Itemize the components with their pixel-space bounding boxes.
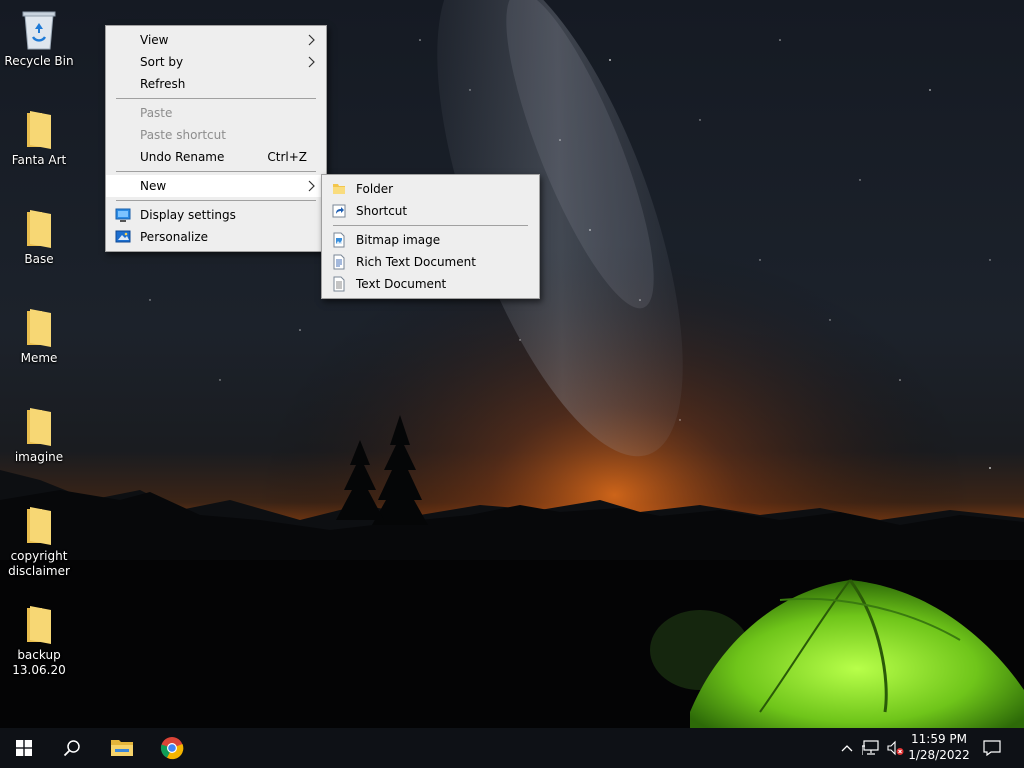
search-button[interactable] bbox=[48, 728, 96, 768]
menu-separator bbox=[333, 225, 528, 226]
folder-icon bbox=[19, 404, 59, 448]
menu-item-label: Undo Rename bbox=[140, 150, 225, 164]
submenu-item-label: Shortcut bbox=[356, 204, 408, 218]
desktop-icon-backup[interactable]: backup 13.06.20 bbox=[4, 602, 74, 678]
menu-item-display-settings[interactable]: Display settings bbox=[106, 204, 326, 226]
search-icon bbox=[63, 740, 80, 757]
menu-item-label: Refresh bbox=[140, 77, 186, 91]
folder-icon bbox=[333, 184, 345, 194]
menu-item-shortcut: Ctrl+Z bbox=[267, 150, 307, 164]
desktop-icon-fanta-art[interactable]: Fanta Art bbox=[4, 107, 74, 168]
desktop-icon-label: copyright disclaimer bbox=[8, 549, 70, 578]
menu-separator bbox=[116, 98, 316, 99]
start-icon bbox=[16, 740, 32, 756]
menu-item-label: Sort by bbox=[140, 55, 184, 69]
network-button[interactable] bbox=[860, 728, 882, 768]
show-hidden-icons-button[interactable] bbox=[838, 728, 856, 768]
desktop-icon-recycle-bin[interactable]: Recycle Bin bbox=[4, 8, 74, 69]
chrome-button[interactable] bbox=[148, 728, 196, 768]
menu-separator bbox=[116, 171, 316, 172]
folder-icon bbox=[19, 503, 59, 547]
desktop-icon-label: Base bbox=[24, 252, 54, 266]
chevron-up-icon bbox=[841, 745, 853, 752]
desktop-icon-base[interactable]: Base bbox=[4, 206, 74, 267]
submenu-item-rich-text-document[interactable]: Rich Text Document bbox=[322, 251, 539, 273]
folder-icon bbox=[19, 602, 59, 646]
menu-item-new[interactable]: New bbox=[106, 175, 326, 197]
desktop-icon-label: Meme bbox=[20, 351, 58, 365]
clock-time: 11:59 PM bbox=[911, 732, 967, 746]
clock[interactable]: 11:59 PM 1/28/2022 bbox=[906, 731, 972, 763]
menu-item-view[interactable]: View bbox=[106, 29, 326, 51]
chevron-right-icon bbox=[308, 34, 315, 46]
display-settings-icon bbox=[115, 208, 131, 222]
folder-icon bbox=[19, 107, 59, 151]
desktop-icon-label: Recycle Bin bbox=[4, 54, 74, 68]
notification-icon bbox=[983, 740, 1001, 756]
desktop-icon-copyright-disclaimer[interactable]: copyright disclaimer bbox=[4, 503, 74, 579]
shortcut-icon bbox=[332, 204, 346, 218]
chevron-right-icon bbox=[308, 180, 315, 192]
text-document-icon bbox=[333, 276, 345, 292]
menu-item-sort-by[interactable]: Sort by bbox=[106, 51, 326, 73]
menu-item-undo-rename[interactable]: Undo Rename Ctrl+Z bbox=[106, 146, 326, 168]
chrome-icon bbox=[160, 737, 184, 760]
menu-item-label: View bbox=[140, 33, 169, 47]
menu-separator bbox=[116, 200, 316, 201]
bitmap-image-icon bbox=[333, 232, 345, 248]
menu-item-label: Display settings bbox=[140, 208, 236, 222]
new-submenu: Folder Shortcut Bitmap image Rich Text D… bbox=[321, 174, 540, 299]
personalize-icon bbox=[115, 230, 131, 243]
desktop-icon-label: backup 13.06.20 bbox=[12, 648, 66, 677]
chevron-right-icon bbox=[308, 56, 315, 68]
rich-text-document-icon bbox=[333, 254, 345, 270]
desktop-icon-imagine[interactable]: imagine bbox=[4, 404, 74, 465]
action-center-button[interactable] bbox=[978, 728, 1006, 768]
desktop-icon-label: imagine bbox=[14, 450, 64, 464]
recycle-bin-icon bbox=[19, 8, 59, 52]
menu-item-refresh[interactable]: Refresh bbox=[106, 73, 326, 95]
folder-icon bbox=[19, 206, 59, 250]
menu-item-paste: Paste bbox=[106, 102, 326, 124]
submenu-item-shortcut[interactable]: Shortcut bbox=[322, 200, 539, 222]
menu-item-label: Paste bbox=[140, 106, 173, 120]
submenu-item-label: Rich Text Document bbox=[356, 255, 476, 269]
taskbar: 11:59 PM 1/28/2022 bbox=[0, 728, 1024, 768]
volume-button[interactable] bbox=[884, 728, 906, 768]
submenu-item-label: Text Document bbox=[356, 277, 447, 291]
submenu-item-label: Folder bbox=[356, 182, 394, 196]
volume-muted-icon bbox=[887, 740, 904, 756]
file-explorer-button[interactable] bbox=[98, 728, 146, 768]
submenu-item-label: Bitmap image bbox=[356, 233, 441, 247]
submenu-item-text-document[interactable]: Text Document bbox=[322, 273, 539, 295]
file-explorer-icon bbox=[111, 740, 133, 756]
menu-item-label: Personalize bbox=[140, 230, 209, 244]
desktop-context-menu: View Sort by Refresh Paste Paste shortcu… bbox=[105, 25, 327, 252]
folder-icon bbox=[19, 305, 59, 349]
submenu-item-folder[interactable]: Folder bbox=[322, 178, 539, 200]
menu-item-label: New bbox=[140, 179, 167, 193]
desktop-icon-label: Fanta Art bbox=[11, 153, 67, 167]
menu-item-paste-shortcut: Paste shortcut bbox=[106, 124, 326, 146]
clock-date: 1/28/2022 bbox=[908, 748, 970, 762]
submenu-item-bitmap-image[interactable]: Bitmap image bbox=[322, 229, 539, 251]
desktop-icon-meme[interactable]: Meme bbox=[4, 305, 74, 366]
menu-item-personalize[interactable]: Personalize bbox=[106, 226, 326, 248]
start-button[interactable] bbox=[0, 728, 48, 768]
menu-item-label: Paste shortcut bbox=[140, 128, 226, 142]
network-icon bbox=[862, 740, 879, 755]
